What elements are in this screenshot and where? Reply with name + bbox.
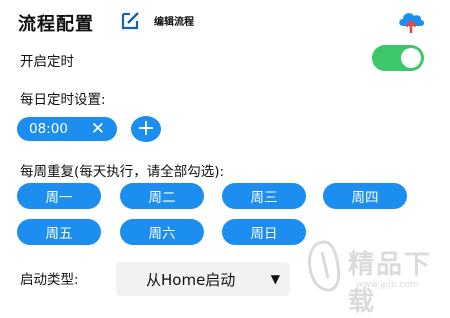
- add-time-button[interactable]: +: [131, 116, 161, 142]
- day-button-sun[interactable]: 周日: [222, 219, 306, 245]
- enable-timer-label: 开启定时: [20, 54, 74, 70]
- time-chip: 08:00 ✕: [17, 117, 117, 141]
- day-button-tue[interactable]: 周二: [120, 183, 204, 209]
- edit-icon: [121, 12, 139, 30]
- launch-type-label: 启动类型:: [20, 272, 79, 288]
- day-button-thu[interactable]: 周四: [323, 183, 407, 209]
- site-watermark: 精品下载 www.jpjb.com: [300, 236, 450, 317]
- day-button-sat[interactable]: 周六: [120, 219, 204, 245]
- day-button-mon[interactable]: 周一: [17, 183, 101, 209]
- daily-timer-label: 每日定时设置:: [20, 92, 106, 108]
- day-button-fri[interactable]: 周五: [17, 219, 101, 245]
- time-chip-value: 08:00: [29, 121, 68, 137]
- chevron-down-icon: ▼: [270, 272, 280, 286]
- watermark-url: www.jpjb.com: [356, 280, 419, 290]
- launch-type-select[interactable]: 从Home启动 ▼: [116, 262, 290, 296]
- launch-type-value: 从Home启动: [146, 270, 236, 289]
- edit-flow-label: 编辑流程: [154, 16, 194, 28]
- enable-timer-toggle[interactable]: [372, 45, 424, 71]
- toggle-knob: [401, 48, 421, 68]
- watermark-logo-icon: [308, 240, 341, 292]
- weekly-repeat-label: 每周重复(每天执行，请全部勾选):: [20, 164, 225, 180]
- cloud-upload-icon[interactable]: [396, 8, 426, 34]
- remove-time-icon[interactable]: ✕: [91, 119, 105, 139]
- day-button-wed[interactable]: 周三: [222, 183, 306, 209]
- edit-flow-button[interactable]: 编辑流程: [120, 10, 194, 30]
- page-title: 流程配置: [18, 14, 94, 35]
